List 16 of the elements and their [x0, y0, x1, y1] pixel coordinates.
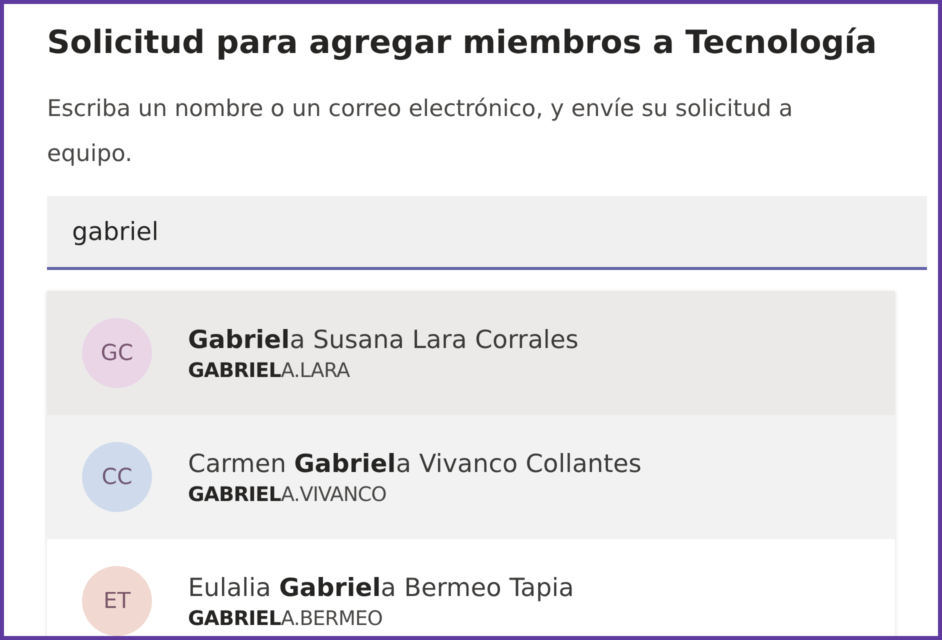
- person-name: Carmen Gabriela Vivanco Collantes: [188, 448, 642, 478]
- person-name: Gabriela Susana Lara Corrales: [188, 324, 578, 354]
- suggestion-item[interactable]: CC Carmen Gabriela Vivanco Collantes GABRIELA.VIVANCO: [47, 415, 895, 539]
- username: GABRIELA.LARA: [188, 358, 351, 382]
- description-text: equipo.: [47, 140, 132, 169]
- person-name: Eulalia Gabriela Bermeo Tapia: [188, 572, 574, 602]
- search-field[interactable]: gabriel: [47, 196, 927, 270]
- username: GABRIELA.VIVANCO: [188, 482, 388, 506]
- username: GABRIELA.BERMEO: [188, 606, 384, 630]
- suggestion-item[interactable]: GC Gabriela Susana Lara Corrales GABRIELA.LARA: [47, 291, 895, 415]
- description-text: Escriba un nombre o un correo electrónico, y envíe su solicitud a: [47, 95, 793, 124]
- avatar: ET: [82, 566, 152, 636]
- avatar: GC: [82, 318, 152, 388]
- dialog-title: Solicitud para agregar miembros a Tecnología: [47, 24, 878, 60]
- avatar: CC: [82, 442, 152, 512]
- suggestion-item[interactable]: ET Eulalia Gabriela Bermeo Tapia GABRIELA.BERMEO: [47, 539, 895, 636]
